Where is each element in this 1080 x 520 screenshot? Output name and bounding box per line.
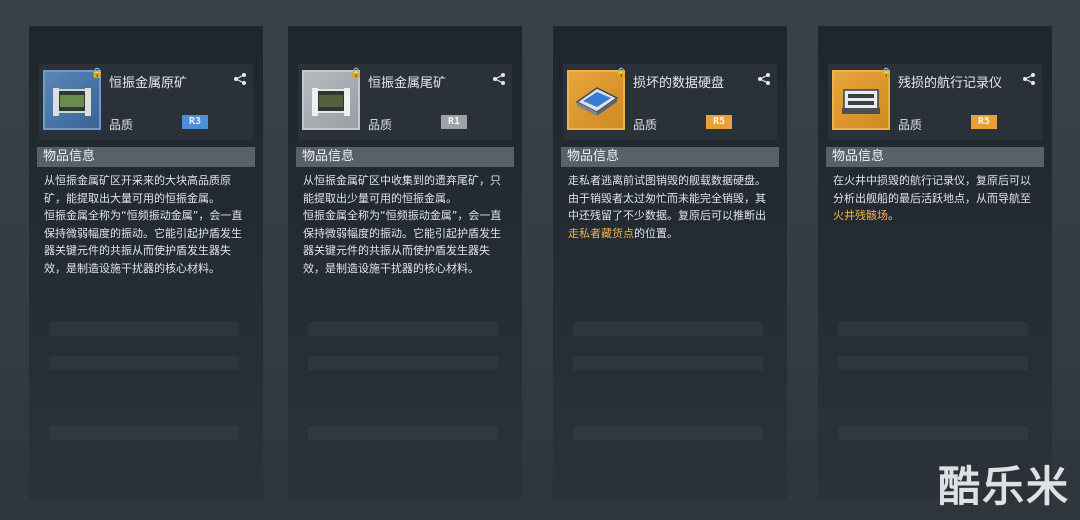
item-thumbnail[interactable] — [43, 70, 101, 130]
rarity-badge: R5 — [706, 115, 732, 129]
blurred-row — [49, 322, 239, 336]
section-title: 物品信息 — [296, 147, 514, 167]
item-card-4: 🔒 残损的航行记录仪 品质 R5 物品信息 在火井中损毁的航行记录仪，复原后可以… — [818, 26, 1052, 500]
item-name: 恒振金属尾矿 — [368, 76, 447, 91]
item-description: 在火井中损毁的航行记录仪，复原后可以分析出舰船的最后活跃地点，从而导航至火井残骸… — [833, 172, 1039, 225]
desc-highlight: 火井残骸场 — [833, 209, 888, 222]
item-description: 走私者逃离前试图销毁的舰载数据硬盘。由于销毁者太过匆忙而未能完全销毁，其中还残留… — [568, 172, 774, 242]
watermark: 酷乐米 — [937, 462, 1070, 511]
lock-icon: 🔒 — [350, 68, 363, 79]
flight-recorder-icon — [842, 89, 880, 114]
desc-text: 从恒振金属矿区中收集到的遗弃尾矿，只能提取出少量可用的恒振金属。 恒振金属全称为… — [303, 174, 502, 275]
item-description: 从恒振金属矿区中收集到的遗弃尾矿，只能提取出少量可用的恒振金属。 恒振金属全称为… — [303, 172, 509, 277]
blurred-row — [573, 356, 763, 370]
item-card-3: 🔒 损坏的数据硬盘 品质 R5 物品信息 走私者逃离前试图销毁的舰载数据硬盘。由… — [553, 26, 787, 500]
desc-text: 从恒振金属矿区开采来的大块高品质原矿，能提取出大量可用的恒振金属。 恒振金属全称… — [44, 174, 243, 275]
desc-tail: 。 — [888, 209, 899, 222]
blurred-row — [573, 322, 763, 336]
item-card-1: 🔒 恒振金属原矿 品质 R3 物品信息 从恒振金属矿区开采来的大块高品质原矿，能… — [29, 26, 263, 500]
item-name: 损坏的数据硬盘 — [633, 76, 725, 91]
item-header: 🔒 恒振金属原矿 品质 R3 — [39, 64, 253, 140]
blurred-row — [308, 426, 498, 440]
item-header: 🔒 残损的航行记录仪 品质 R5 — [828, 64, 1042, 140]
section-title: 物品信息 — [561, 147, 779, 167]
desc-tail: 的位置。 — [634, 226, 678, 240]
section-title: 物品信息 — [37, 147, 255, 167]
hard-drive-icon — [575, 87, 619, 116]
blurred-row — [308, 356, 498, 370]
quality-label: 品质 — [898, 118, 923, 132]
item-header: 🔒 损坏的数据硬盘 品质 R5 — [563, 64, 777, 140]
rarity-badge: R3 — [182, 115, 208, 129]
blurred-row — [838, 426, 1028, 440]
quality-label: 品质 — [633, 118, 658, 132]
ore-crate-icon — [312, 88, 350, 116]
blurred-row — [49, 426, 239, 440]
quality-label: 品质 — [368, 118, 393, 132]
item-thumbnail[interactable] — [832, 70, 890, 130]
desc-text: 在火井中损毁的航行记录仪，复原后可以分析出舰船的最后活跃地点，从而导航至 — [833, 174, 1031, 205]
item-name: 恒振金属原矿 — [109, 76, 188, 91]
lock-icon: 🔒 — [91, 68, 104, 79]
ore-crate-icon — [53, 88, 91, 116]
quality-label: 品质 — [109, 118, 134, 132]
rarity-badge: R1 — [441, 115, 467, 129]
share-icon[interactable] — [492, 72, 506, 86]
lock-icon: 🔒 — [615, 68, 628, 79]
blurred-row — [573, 426, 763, 440]
item-description: 从恒振金属矿区开采来的大块高品质原矿，能提取出大量可用的恒振金属。 恒振金属全称… — [44, 172, 250, 277]
item-thumbnail[interactable] — [302, 70, 360, 130]
blurred-row — [838, 322, 1028, 336]
share-icon[interactable] — [233, 72, 247, 86]
item-thumbnail[interactable] — [567, 70, 625, 130]
rarity-badge: R5 — [971, 115, 997, 129]
blurred-row — [838, 356, 1028, 370]
share-icon[interactable] — [1022, 72, 1036, 86]
item-name: 残损的航行记录仪 — [898, 76, 1003, 91]
blurred-row — [49, 356, 239, 370]
desc-highlight: 走私者藏货点 — [568, 226, 634, 240]
lock-icon: 🔒 — [880, 68, 893, 79]
share-icon[interactable] — [757, 72, 771, 86]
blurred-row — [308, 322, 498, 336]
section-title: 物品信息 — [826, 147, 1044, 167]
item-header: 🔒 恒振金属尾矿 品质 R1 — [298, 64, 512, 140]
desc-text: 走私者逃离前试图销毁的舰载数据硬盘。由于销毁者太过匆忙而未能完全销毁，其中还残留… — [568, 174, 766, 222]
item-card-2: 🔒 恒振金属尾矿 品质 R1 物品信息 从恒振金属矿区中收集到的遗弃尾矿，只能提… — [288, 26, 522, 500]
